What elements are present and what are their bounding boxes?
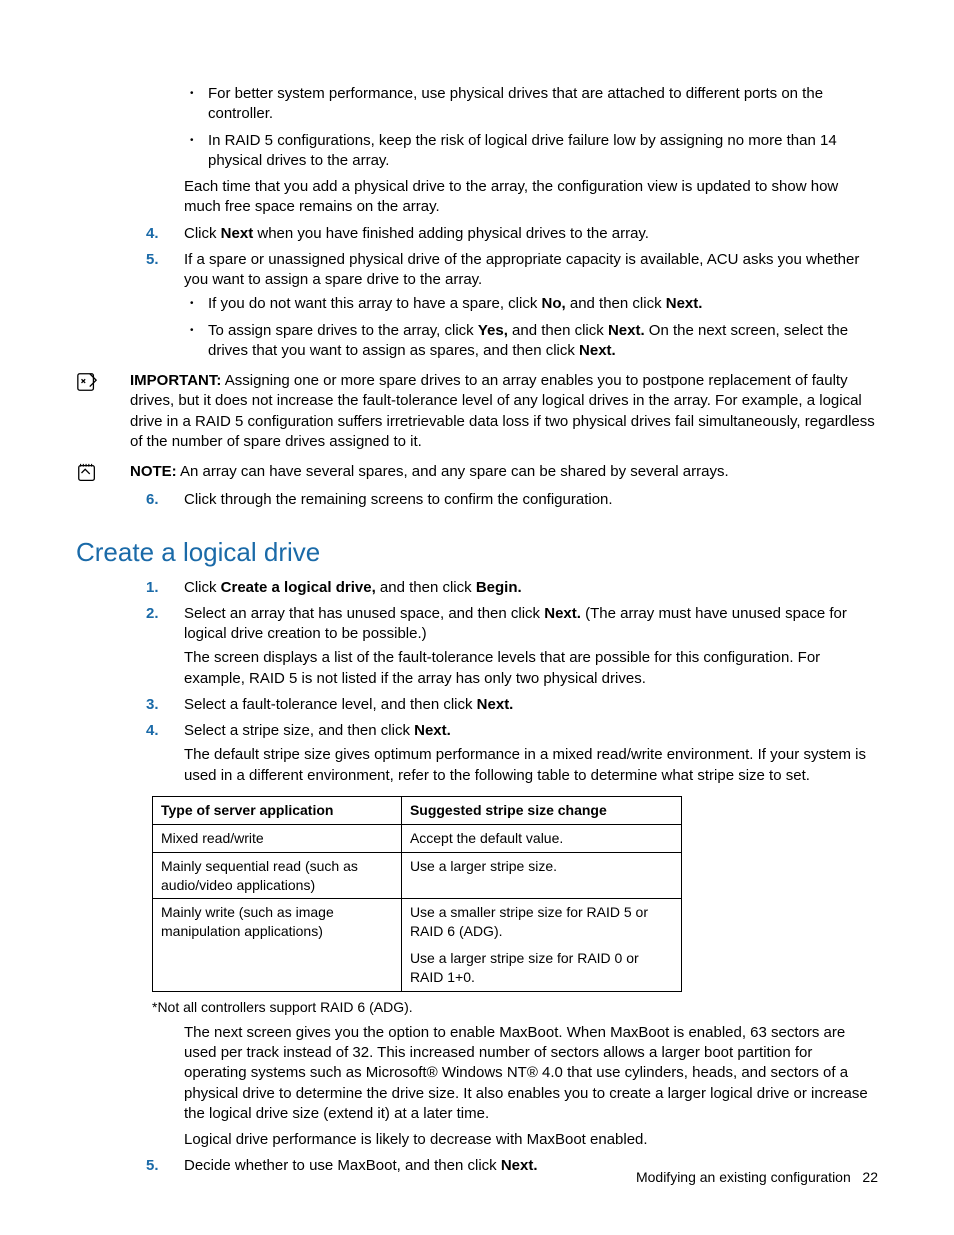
list-item: For better system performance, use physi…: [184, 84, 878, 125]
important-icon: [76, 371, 98, 393]
bold-text: No,: [542, 295, 566, 312]
body-text: If you do not want this array to have a …: [208, 295, 542, 312]
table-cell: Mainly sequential read (such as audio/vi…: [153, 852, 402, 899]
callout-body: NOTE: An array can have several spares, …: [130, 462, 878, 482]
bold-text: Next.: [608, 322, 645, 339]
body-text: If a spare or unassigned physical drive …: [184, 251, 859, 288]
body-text: Click: [184, 225, 221, 242]
body-text: Use a smaller stripe size for RAID 5 or …: [410, 903, 673, 941]
body-text: and then click: [566, 295, 666, 312]
ordered-list: 6. Click through the remaining screens t…: [76, 490, 878, 510]
bulleted-list: For better system performance, use physi…: [184, 84, 878, 171]
table-cell: Accept the default value.: [401, 824, 681, 852]
footer-text: Modifying an existing configuration: [636, 1169, 851, 1185]
page-number: 22: [862, 1169, 878, 1185]
step-number: 1.: [146, 578, 174, 598]
bold-text: Next.: [501, 1157, 538, 1174]
table-cell: Mixed read/write: [153, 824, 402, 852]
body-text: Click through the remaining screens to c…: [184, 491, 613, 508]
page-footer: Modifying an existing configuration 22: [636, 1168, 878, 1187]
step-number: 4.: [146, 721, 174, 741]
table-row: Mainly sequential read (such as audio/vi…: [153, 852, 682, 899]
bold-text: Next.: [414, 722, 451, 739]
body-text: An array can have several spares, and an…: [177, 463, 729, 480]
bold-text: Next.: [579, 342, 616, 359]
table-cell: Use a larger stripe size.: [401, 852, 681, 899]
table-header: Suggested stripe size change: [401, 796, 681, 824]
list-item: 2. Select an array that has unused space…: [76, 604, 878, 689]
bold-text: Next.: [666, 295, 703, 312]
bulleted-list: If you do not want this array to have a …: [184, 294, 878, 361]
bold-text: Begin.: [476, 579, 522, 596]
body-text: Click: [184, 579, 221, 596]
page-content: For better system performance, use physi…: [76, 84, 878, 1177]
body-text: Logical drive performance is likely to d…: [184, 1130, 878, 1150]
step-number: 5.: [146, 250, 174, 270]
stripe-size-table: Type of server application Suggested str…: [152, 796, 682, 992]
section-heading: Create a logical drive: [76, 535, 878, 570]
step-number: 5.: [146, 1156, 174, 1176]
list-item: To assign spare drives to the array, cli…: [184, 321, 878, 362]
body-text: when you have finished adding physical d…: [253, 225, 649, 242]
callout-body: IMPORTANT: Assigning one or more spare d…: [130, 371, 878, 452]
table-cell: Use a smaller stripe size for RAID 5 or …: [401, 899, 681, 992]
table-row: Mainly write (such as image manipulation…: [153, 899, 682, 992]
body-text: For better system performance, use physi…: [208, 85, 823, 122]
list-item: 5. If a spare or unassigned physical dri…: [76, 250, 878, 361]
body-text: Select an array that has unused space, a…: [184, 605, 544, 622]
list-item: 6. Click through the remaining screens t…: [76, 490, 878, 510]
table-row: Type of server application Suggested str…: [153, 796, 682, 824]
callout-label: NOTE:: [130, 463, 177, 480]
body-text: Use a larger stripe size for RAID 0 or R…: [410, 949, 673, 987]
bold-text: Next.: [544, 605, 581, 622]
note-icon: [76, 462, 98, 484]
body-text: The next screen gives you the option to …: [184, 1023, 878, 1124]
ordered-list: 1. Click Create a logical drive, and the…: [76, 578, 878, 786]
body-text: To assign spare drives to the array, cli…: [208, 322, 478, 339]
body-text: Each time that you add a physical drive …: [184, 177, 878, 218]
bold-text: Yes,: [478, 322, 508, 339]
step-number: 6.: [146, 490, 174, 510]
list-item: 4. Click Next when you have finished add…: [76, 224, 878, 244]
table-cell: Mainly write (such as image manipulation…: [153, 899, 402, 992]
document-page: For better system performance, use physi…: [0, 0, 954, 1235]
table-header: Type of server application: [153, 796, 402, 824]
step-number: 2.: [146, 604, 174, 624]
bold-text: Create a logical drive,: [221, 579, 376, 596]
note-callout: NOTE: An array can have several spares, …: [76, 462, 878, 482]
body-text: Select a fault-tolerance level, and then…: [184, 696, 477, 713]
body-text: Decide whether to use MaxBoot, and then …: [184, 1157, 501, 1174]
list-item: 3. Select a fault-tolerance level, and t…: [76, 695, 878, 715]
list-item: In RAID 5 configurations, keep the risk …: [184, 131, 878, 172]
list-item: If you do not want this array to have a …: [184, 294, 878, 314]
bold-text: Next: [221, 225, 254, 242]
table-row: Mixed read/write Accept the default valu…: [153, 824, 682, 852]
bold-text: Next.: [477, 696, 514, 713]
body-text: and then click: [376, 579, 476, 596]
body-text: Assigning one or more spare drives to an…: [130, 372, 875, 450]
body-text: In RAID 5 configurations, keep the risk …: [208, 132, 837, 169]
list-item: 1. Click Create a logical drive, and the…: [76, 578, 878, 598]
step-number: 4.: [146, 224, 174, 244]
ordered-list: 4. Click Next when you have finished add…: [76, 224, 878, 362]
body-text: and then click: [508, 322, 608, 339]
body-text: The screen displays a list of the fault-…: [184, 648, 878, 689]
callout-label: IMPORTANT:: [130, 372, 221, 389]
body-text: The default stripe size gives optimum pe…: [184, 745, 878, 786]
step-number: 3.: [146, 695, 174, 715]
table-footnote: *Not all controllers support RAID 6 (ADG…: [152, 998, 878, 1017]
continuation-block: For better system performance, use physi…: [76, 84, 878, 218]
important-callout: IMPORTANT: Assigning one or more spare d…: [76, 371, 878, 452]
list-item: 4. Select a stripe size, and then click …: [76, 721, 878, 786]
body-text: Select a stripe size, and then click: [184, 722, 414, 739]
